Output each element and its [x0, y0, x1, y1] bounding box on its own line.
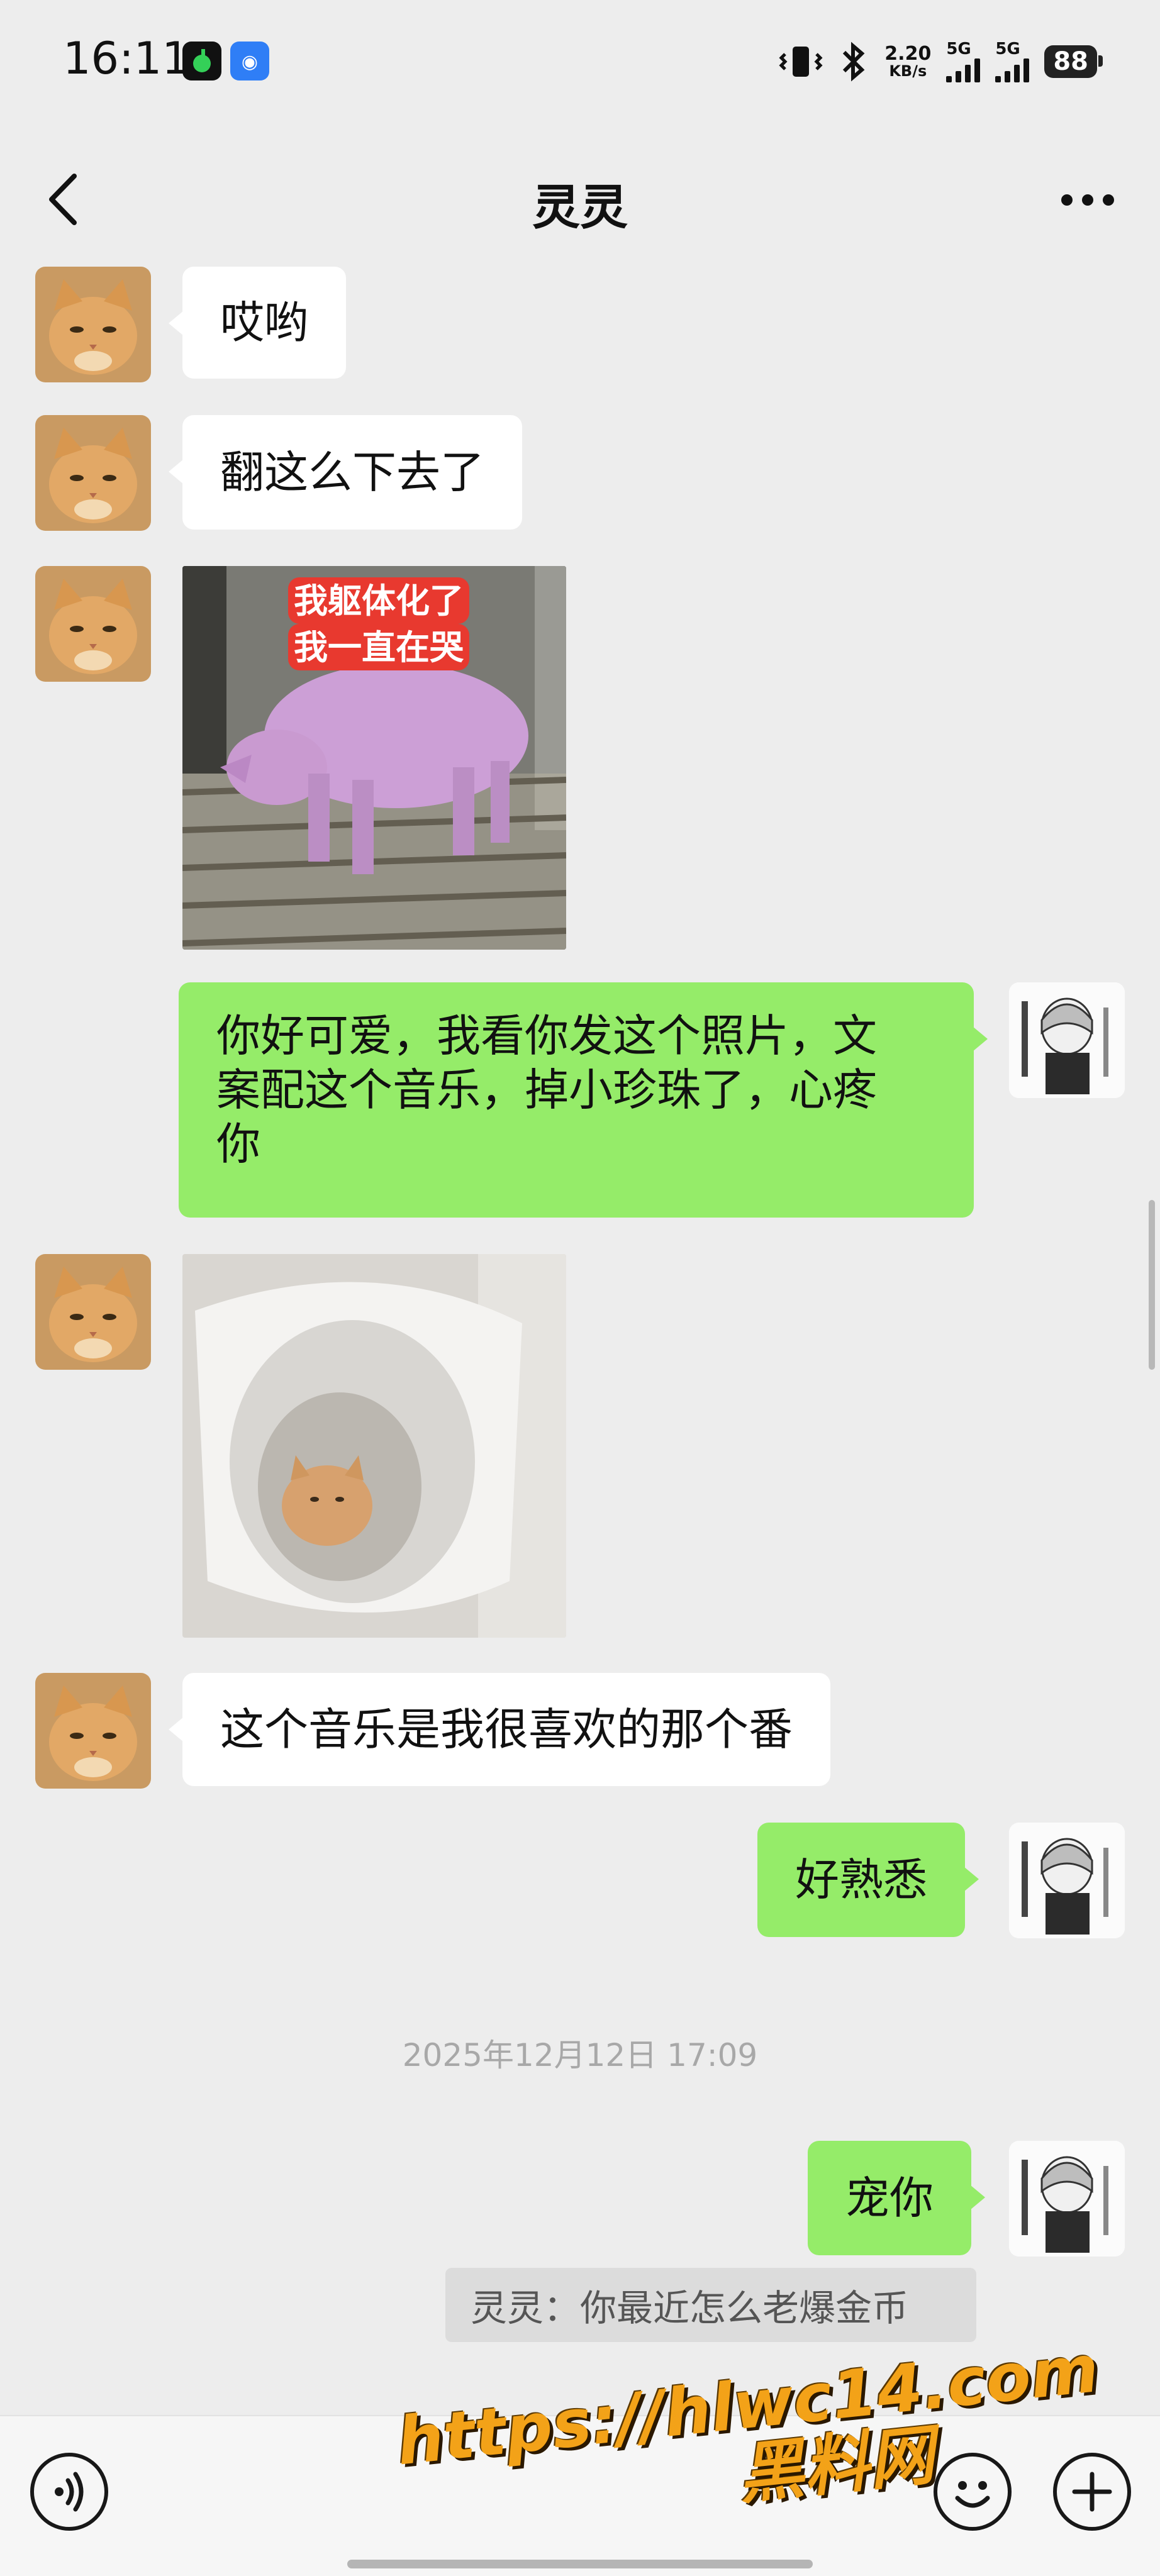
image-caption-line1: 我躯体化了: [294, 581, 464, 621]
voice-button[interactable]: [30, 2453, 108, 2531]
vibrate-icon: [779, 47, 823, 77]
pig-photo: 我躯体化了 我一直在哭: [182, 566, 566, 950]
more-icon: [1061, 194, 1114, 206]
message-text: 好熟悉: [795, 1854, 927, 1906]
home-indicator[interactable]: [347, 2560, 813, 2568]
contact-avatar[interactable]: [35, 1254, 151, 1370]
message-text: 宠你: [845, 2172, 934, 2224]
bluetooth-icon: [843, 42, 865, 82]
wechat-app-status-icon: [182, 42, 221, 80]
cat-avatar-icon: [35, 1673, 151, 1789]
cat-avatar-icon: [35, 267, 151, 382]
quoted-message[interactable]: 灵灵：你最近怎么老爆金币: [445, 2268, 976, 2342]
svg-text:◉: ◉: [242, 51, 258, 73]
signal-1: 5G: [946, 41, 981, 82]
message-bubble-outgoing[interactable]: 你好可爱，我看你发这个照片，文 案配这个音乐，掉小珍珠了，心疼 你: [179, 982, 988, 1218]
message-bubble-incoming[interactable]: 哎哟: [169, 267, 346, 379]
anime-avatar-icon: [1009, 2141, 1125, 2257]
signal-bars-icon: [995, 57, 1030, 82]
image-caption-line2: 我一直在哭: [294, 628, 464, 667]
signal-bars-icon: [946, 57, 981, 82]
bluetooth-app-status-icon: ◉: [230, 42, 269, 80]
my-avatar[interactable]: [1009, 2141, 1125, 2257]
scrollbar[interactable]: [1149, 1200, 1155, 1370]
status-indicators: 2.20 KB/s 5G 5G 88: [779, 36, 1103, 87]
message-bubble-incoming[interactable]: 这个音乐是我很喜欢的那个番: [169, 1673, 830, 1786]
message-bubble-outgoing[interactable]: 好熟悉: [757, 1823, 979, 1937]
chat-timestamp: 2025年12月12日 17:09: [402, 2037, 758, 2074]
image-message-pig[interactable]: 我躯体化了 我一直在哭: [182, 566, 566, 950]
my-avatar[interactable]: [1009, 1823, 1125, 1938]
kitten-toilet-photo: [182, 1254, 566, 1638]
cat-avatar-icon: [35, 1254, 151, 1370]
message-bubble-incoming[interactable]: 翻这么下去了: [169, 415, 522, 530]
message-text-line: 案配这个音乐，掉小珍珠了，心疼: [216, 1064, 877, 1116]
image-message-kitten[interactable]: [182, 1254, 566, 1638]
message-text: 哎哟: [220, 297, 308, 348]
chat-title: 灵灵: [532, 179, 628, 235]
message-text-line: 你好可爱，我看你发这个照片，文: [216, 1010, 877, 1062]
voice-icon: [55, 2472, 84, 2512]
message-bubble-outgoing[interactable]: 宠你: [808, 2141, 985, 2255]
contact-avatar[interactable]: [35, 415, 151, 531]
anime-avatar-icon: [1009, 1823, 1125, 1938]
message-text-line: 你: [216, 1118, 260, 1170]
contact-avatar[interactable]: [35, 1673, 151, 1789]
anime-avatar-icon: [1009, 982, 1125, 1098]
cat-avatar-icon: [35, 415, 151, 531]
signal-2: 5G: [995, 41, 1030, 82]
contact-avatar[interactable]: [35, 267, 151, 382]
network-speed: 2.20 KB/s: [884, 42, 932, 80]
more-button[interactable]: [1059, 192, 1116, 208]
status-time: 16:11: [63, 33, 190, 84]
cat-avatar-icon: [35, 566, 151, 682]
message-text: 这个音乐是我很喜欢的那个番: [220, 1704, 793, 1755]
battery-indicator: 88: [1044, 45, 1103, 78]
contact-avatar[interactable]: [35, 566, 151, 682]
message-text: 翻这么下去了: [220, 447, 484, 498]
my-avatar[interactable]: [1009, 982, 1125, 1098]
